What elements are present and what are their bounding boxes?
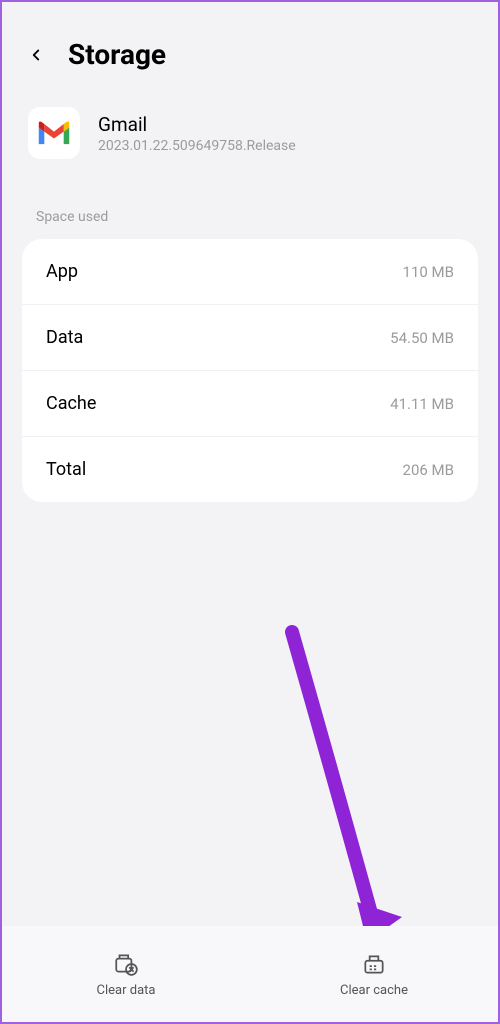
clear-data-icon: [113, 951, 139, 977]
app-info: Gmail 2023.01.22.509649758.Release: [22, 107, 478, 159]
page-title: Storage: [68, 38, 166, 71]
row-total: Total 206 MB: [22, 437, 478, 502]
gmail-icon: [28, 107, 80, 159]
clear-cache-icon: [361, 951, 387, 977]
app-name: Gmail: [98, 113, 296, 136]
row-label: App: [46, 261, 78, 282]
section-label: Space used: [22, 209, 478, 239]
row-value: 110 MB: [403, 263, 454, 281]
row-app: App 110 MB: [22, 239, 478, 305]
row-value: 206 MB: [403, 461, 454, 479]
annotation-arrow: [272, 622, 412, 942]
row-cache: Cache 41.11 MB: [22, 371, 478, 437]
row-label: Cache: [46, 393, 96, 414]
row-label: Total: [46, 459, 86, 480]
app-version: 2023.01.22.509649758.Release: [98, 138, 296, 154]
clear-cache-label: Clear cache: [340, 983, 408, 998]
row-value: 41.11 MB: [390, 395, 454, 413]
clear-data-label: Clear data: [97, 983, 156, 998]
back-icon: [27, 46, 45, 64]
clear-cache-button[interactable]: Clear cache: [250, 926, 498, 1022]
header: Storage: [22, 26, 478, 71]
row-data: Data 54.50 MB: [22, 305, 478, 371]
clear-data-button[interactable]: Clear data: [2, 926, 250, 1022]
row-label: Data: [46, 327, 83, 348]
space-used-card: App 110 MB Data 54.50 MB Cache 41.11 MB …: [22, 239, 478, 502]
bottom-bar: Clear data Clear cache: [2, 926, 498, 1022]
row-value: 54.50 MB: [390, 329, 454, 347]
back-button[interactable]: [22, 41, 50, 69]
